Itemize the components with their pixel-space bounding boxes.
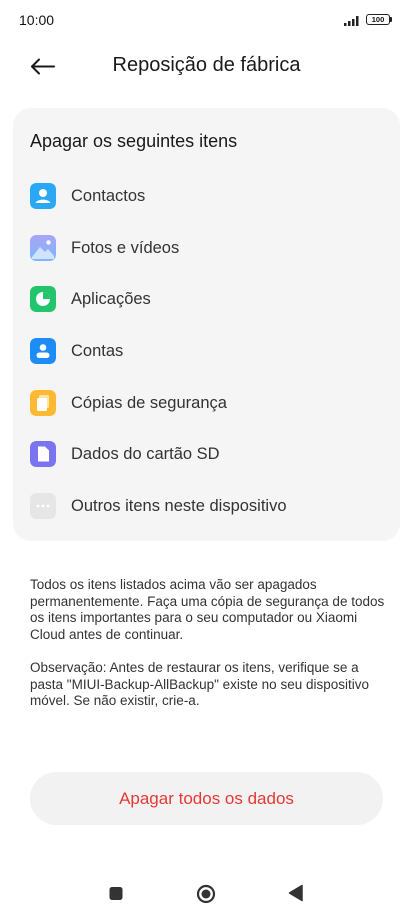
arrow-left-icon: [31, 58, 55, 75]
contacts-icon: [30, 183, 56, 209]
note-text: Observação: Antes de restaurar os itens,…: [30, 660, 369, 708]
erase-items-card: Apagar os seguintes itens Contactos Foto…: [13, 108, 400, 541]
list-item-apps: Aplicações: [30, 284, 390, 314]
signal-icon: [344, 16, 359, 26]
more-icon: [30, 493, 56, 519]
warning-text: Todos os itens listados acima vão ser ap…: [30, 577, 385, 642]
list-item-label: Cópias de segurança: [71, 394, 227, 412]
erase-all-data-button[interactable]: Apagar todos os dados: [30, 772, 383, 825]
list-item-label: Contactos: [71, 187, 146, 205]
status-time: 10:00: [19, 12, 55, 28]
gallery-icon: [30, 235, 56, 261]
recents-button[interactable]: [108, 884, 126, 907]
back-button[interactable]: [24, 50, 60, 86]
list-item-sd-card: Dados do cartão SD: [30, 439, 390, 469]
card-title: Apagar os seguintes itens: [30, 131, 238, 151]
sd-card-icon: [30, 441, 56, 467]
list-item-photos: Fotos e vídeos: [30, 233, 390, 263]
triangle-icon: [288, 884, 303, 902]
circle-icon: [196, 884, 216, 904]
header: Reposição de fábrica: [0, 40, 413, 96]
list-item-label: Aplicações: [71, 290, 151, 308]
home-button[interactable]: [196, 884, 216, 909]
page-title: Reposição de fábrica: [112, 54, 301, 76]
square-icon: [109, 887, 123, 900]
list-item-label: Contas: [71, 342, 124, 360]
navigation-bar: [0, 870, 413, 920]
battery-level: 100: [371, 15, 385, 24]
battery-icon: 100: [366, 14, 390, 25]
list-item-label: Dados do cartão SD: [71, 445, 220, 463]
list-item-label: Outros itens neste dispositivo: [71, 497, 287, 515]
backup-icon: [30, 390, 56, 416]
list-item-accounts: Contas: [30, 336, 390, 366]
account-icon: [30, 338, 56, 364]
list-item-contacts: Contactos: [30, 181, 390, 211]
list-item-other: Outros itens neste dispositivo: [30, 491, 390, 521]
list-item-backups: Cópias de segurança: [30, 388, 390, 418]
back-nav-button[interactable]: [287, 884, 305, 907]
list-item-label: Fotos e vídeos: [71, 239, 180, 257]
apps-icon: [30, 286, 56, 312]
status-bar: 10:00 100: [0, 0, 413, 40]
battery-tip: [390, 17, 392, 22]
